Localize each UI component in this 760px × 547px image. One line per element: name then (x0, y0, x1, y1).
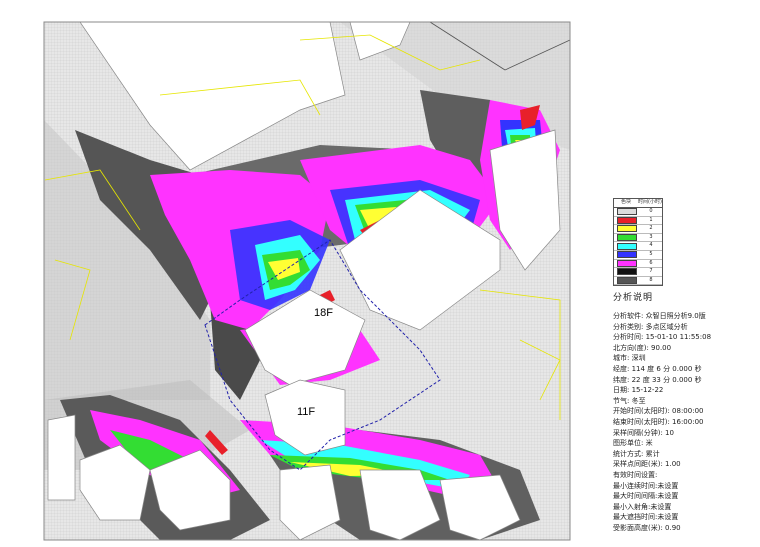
note-line: 北方向(度): 90.00 (613, 343, 672, 352)
legend-row: 1 (614, 217, 662, 226)
legend-row: 5 (614, 251, 662, 260)
note-line: 城市: 深圳 (613, 354, 646, 363)
note-line: 经度: 114 度 6 分 0.000 秒 (613, 364, 702, 373)
building-label-11f: 11F (297, 406, 316, 418)
legend-row: 8 (614, 277, 662, 286)
legend-swatch (617, 242, 637, 250)
note-line: 统计方式: 累计 (613, 449, 660, 458)
note-line: 采样点间距(米): 1.00 (613, 460, 681, 469)
legend-swatch (617, 259, 637, 267)
legend-value: 3 (649, 233, 653, 240)
legend-row: 6 (614, 260, 662, 269)
legend-value: 6 (649, 259, 653, 266)
legend-row: 7 (614, 268, 662, 277)
legend-row: 2 (614, 225, 662, 234)
note-line: 开始时间(太阳时): 08:00:00 (613, 407, 704, 416)
note-line: 受影面高度(米): 0.90 (613, 523, 681, 532)
analysis-notes: 分析说明 分析软件: 众智日照分析9.0版 分析类别: 多点区域分析分析时间: 1… (613, 290, 753, 533)
legend-value: 1 (649, 216, 653, 223)
note-line: 最大遮挡时间:未设置 (613, 513, 679, 522)
legend-header: 色块 时间(小时) (614, 199, 662, 208)
note-line: 最小连续时间:未设置 (613, 481, 679, 490)
building-label-18f: 18F (314, 307, 333, 319)
note-line: 节气: 冬至 (613, 396, 646, 405)
legend-value: 7 (649, 268, 653, 275)
note-line: 最小入射角:未设置 (613, 502, 672, 511)
legend-swatch (617, 208, 637, 216)
legend-swatch (617, 268, 637, 276)
note-line: 有效时间设置: (613, 470, 658, 479)
legend-row: 4 (614, 242, 662, 251)
legend-swatch (617, 251, 637, 259)
legend-row: 3 (614, 234, 662, 243)
legend-value: 5 (649, 250, 653, 257)
legend-row: 0 (614, 208, 662, 217)
legend-swatch (617, 234, 637, 242)
note-line: 分析类别: 多点区域分析 (613, 322, 688, 331)
legend-value: 8 (649, 276, 653, 283)
note-line: 纬度: 22 度 33 分 0.000 秒 (613, 375, 702, 384)
note-line: 日期: 15-12-22 (613, 386, 664, 395)
legend: 色块 时间(小时) 0 1 23 45 6 78 (613, 198, 663, 287)
note-line: 最大时间间隔:未设置 (613, 492, 679, 501)
legend-swatch (617, 216, 637, 224)
legend-swatch (617, 225, 637, 233)
legend-value: 0 (649, 208, 653, 214)
note-line: 采样间隔(分钟): 10 (613, 428, 674, 437)
note-line: 分析软件: 众智日照分析9.0版 (613, 312, 706, 320)
note-line: 分析时间: 15-01-10 11:55:08 (613, 333, 712, 342)
legend-value: 4 (649, 242, 653, 249)
legend-value: 2 (649, 225, 653, 232)
legend-swatch (617, 277, 637, 285)
note-line: 结束时间(太阳时): 16:00:00 (613, 417, 704, 426)
note-line: 图形单位: 米 (613, 439, 653, 448)
notes-title: 分析说明 (613, 293, 654, 303)
